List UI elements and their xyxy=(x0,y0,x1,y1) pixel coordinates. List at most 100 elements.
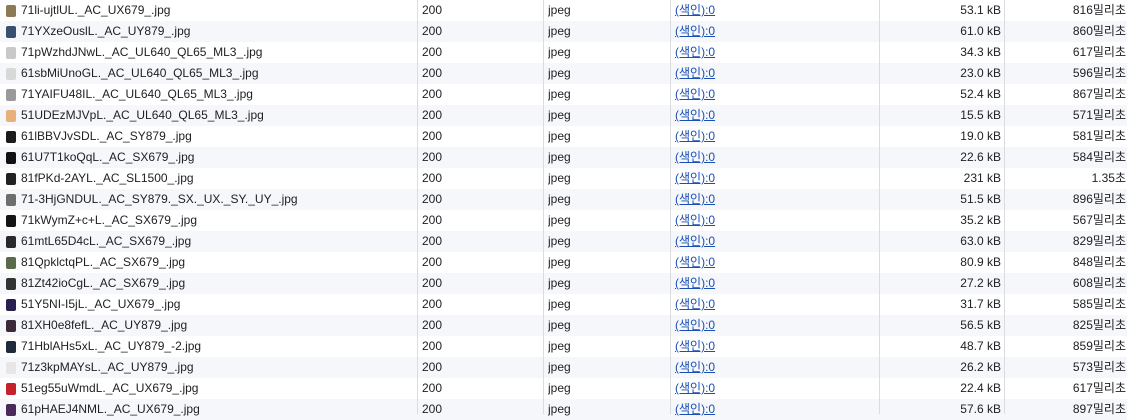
initiator-link[interactable]: (색인):0 xyxy=(675,192,715,206)
name-cell[interactable]: 71HblAHs5xL._AC_UY879_-2.jpg xyxy=(0,336,414,357)
table-row[interactable]: 71YAIFU48IL._AC_UL640_QL65_ML3_.jpg 200 jp… xyxy=(0,84,1127,105)
table-row[interactable]: 81fPKd-2AYL._AC_SL1500_.jpg 200 jpeg (색인):0… xyxy=(0,168,1127,189)
name-cell[interactable]: 71pWzhdJNwL._AC_UL640_QL65_ML3_.jpg xyxy=(0,42,414,63)
status-cell: 200 xyxy=(422,66,443,80)
name-cell[interactable]: 71YAIFU48IL._AC_UL640_QL65_ML3_.jpg xyxy=(0,84,414,105)
type-cell: jpeg xyxy=(548,297,571,311)
file-name: 61U7T1koQqL._AC_SX679_.jpg xyxy=(21,150,195,164)
initiator-cell: (색인):0 xyxy=(675,273,875,294)
time-cell: 581밀리초 xyxy=(1072,129,1126,143)
name-cell[interactable]: 71li-ujtlUL._AC_UX679_.jpg xyxy=(0,0,414,21)
image-thumbnail-icon xyxy=(6,25,16,38)
name-cell[interactable]: 81Zt42ioCgL._AC_SX679_.jpg xyxy=(0,273,414,294)
image-thumbnail-icon xyxy=(6,193,16,206)
name-cell[interactable]: 71-3HjGNDUL._AC_SY879._SX._UX._SY._UY_.j… xyxy=(0,189,414,210)
status-cell: 200 xyxy=(422,255,443,269)
status-cell: 200 xyxy=(422,45,443,59)
table-row[interactable]: 71li-ujtlUL._AC_UX679_.jpg 200 jpeg (색인):0 5… xyxy=(0,0,1127,21)
size-cell: 48.7 kB xyxy=(960,339,1001,353)
time-cell: 584밀리초 xyxy=(1072,150,1126,164)
table-row[interactable]: 81QpklctqPL._AC_SX679_.jpg 200 jpeg (색인):0 8… xyxy=(0,252,1127,273)
column-divider xyxy=(543,0,544,414)
image-thumbnail-icon xyxy=(6,67,16,80)
name-cell[interactable]: 51Y5NI-I5jL._AC_UX679_.jpg xyxy=(0,294,414,315)
table-row[interactable]: 61pHAEJ4NML._AC_UX679_.jpg 200 jpeg (색인):0 5… xyxy=(0,399,1127,420)
initiator-cell: (색인):0 xyxy=(675,231,875,252)
status-cell: 200 xyxy=(422,318,443,332)
status-cell: 200 xyxy=(422,192,443,206)
column-divider xyxy=(417,0,418,414)
name-cell[interactable]: 61U7T1koQqL._AC_SX679_.jpg xyxy=(0,147,414,168)
file-name: 81Zt42ioCgL._AC_SX679_.jpg xyxy=(21,276,186,290)
name-cell[interactable]: 71z3kpMAYsL._AC_UY879_.jpg xyxy=(0,357,414,378)
initiator-link[interactable]: (색인):0 xyxy=(675,255,715,269)
initiator-link[interactable]: (색인):0 xyxy=(675,360,715,374)
table-row[interactable]: 61sbMiUnoGL._AC_UL640_QL65_ML3_.jpg 200 jp… xyxy=(0,63,1127,84)
name-cell[interactable]: 61sbMiUnoGL._AC_UL640_QL65_ML3_.jpg xyxy=(0,63,414,84)
initiator-link[interactable]: (색인):0 xyxy=(675,108,715,122)
initiator-link[interactable]: (색인):0 xyxy=(675,276,715,290)
table-row[interactable]: 61mtL65D4cL._AC_SX679_.jpg 200 jpeg (색인):0 6… xyxy=(0,231,1127,252)
name-cell[interactable]: 51UDEzMJVpL._AC_UL640_QL65_ML3_.jpg xyxy=(0,105,414,126)
type-cell: jpeg xyxy=(548,276,571,290)
initiator-link[interactable]: (색인):0 xyxy=(675,213,715,227)
file-name: 71-3HjGNDUL._AC_SY879._SX._UX._SY._UY_.j… xyxy=(21,192,298,206)
name-cell[interactable]: 61pHAEJ4NML._AC_UX679_.jpg xyxy=(0,399,414,420)
name-cell[interactable]: 71YXzeOuslL._AC_UY879_.jpg xyxy=(0,21,414,42)
size-cell: 57.6 kB xyxy=(960,402,1001,416)
time-cell: 585밀리초 xyxy=(1072,297,1126,311)
size-cell: 52.4 kB xyxy=(960,87,1001,101)
initiator-link[interactable]: (색인):0 xyxy=(675,45,715,59)
size-cell: 22.4 kB xyxy=(960,381,1001,395)
initiator-link[interactable]: (색인):0 xyxy=(675,150,715,164)
initiator-link[interactable]: (색인):0 xyxy=(675,87,715,101)
image-thumbnail-icon xyxy=(6,214,16,227)
table-row[interactable]: 71HblAHs5xL._AC_UY879_-2.jpg 200 jpeg (색인):… xyxy=(0,336,1127,357)
table-row[interactable]: 51UDEzMJVpL._AC_UL640_QL65_ML3_.jpg 200 jp… xyxy=(0,105,1127,126)
initiator-link[interactable]: (색인):0 xyxy=(675,66,715,80)
size-cell: 26.2 kB xyxy=(960,360,1001,374)
initiator-link[interactable]: (색인):0 xyxy=(675,297,715,311)
file-name: 51Y5NI-I5jL._AC_UX679_.jpg xyxy=(21,297,181,311)
type-cell: jpeg xyxy=(548,402,571,416)
name-cell[interactable]: 81XH0e8fefL._AC_UY879_.jpg xyxy=(0,315,414,336)
initiator-link[interactable]: (색인):0 xyxy=(675,24,715,38)
time-cell: 567밀리초 xyxy=(1072,213,1126,227)
time-cell: 896밀리초 xyxy=(1072,192,1126,206)
initiator-link[interactable]: (색인):0 xyxy=(675,171,715,185)
table-row[interactable]: 61U7T1koQqL._AC_SX679_.jpg 200 jpeg (색인):0 2… xyxy=(0,147,1127,168)
initiator-link[interactable]: (색인):0 xyxy=(675,3,715,17)
name-cell[interactable]: 51eg55uWmdL._AC_UX679_.jpg xyxy=(0,378,414,399)
status-cell: 200 xyxy=(422,129,443,143)
size-cell: 31.7 kB xyxy=(960,297,1001,311)
initiator-cell: (색인):0 xyxy=(675,84,875,105)
time-cell: 829밀리초 xyxy=(1072,234,1126,248)
table-row[interactable]: 81Zt42ioCgL._AC_SX679_.jpg 200 jpeg (색인):0 2… xyxy=(0,273,1127,294)
table-row[interactable]: 71YXzeOuslL._AC_UY879_.jpg 200 jpeg (색인):0 6… xyxy=(0,21,1127,42)
file-name: 71z3kpMAYsL._AC_UY879_.jpg xyxy=(21,360,194,374)
name-cell[interactable]: 81QpklctqPL._AC_SX679_.jpg xyxy=(0,252,414,273)
name-cell[interactable]: 61lBBVJvSDL._AC_SY879_.jpg xyxy=(0,126,414,147)
table-row[interactable]: 71kWymZ+c+L._AC_SX679_.jpg 200 jpeg (색인):0 3… xyxy=(0,210,1127,231)
initiator-link[interactable]: (색인):0 xyxy=(675,234,715,248)
name-cell[interactable]: 71kWymZ+c+L._AC_SX679_.jpg xyxy=(0,210,414,231)
status-cell: 200 xyxy=(422,108,443,122)
initiator-link[interactable]: (색인):0 xyxy=(675,381,715,395)
name-cell[interactable]: 61mtL65D4cL._AC_SX679_.jpg xyxy=(0,231,414,252)
table-row[interactable]: 51eg55uWmdL._AC_UX679_.jpg 200 jpeg (색인):0 2… xyxy=(0,378,1127,399)
name-cell[interactable]: 81fPKd-2AYL._AC_SL1500_.jpg xyxy=(0,168,414,189)
table-row[interactable]: 81XH0e8fefL._AC_UY879_.jpg 200 jpeg (색인):0 5… xyxy=(0,315,1127,336)
initiator-link[interactable]: (색인):0 xyxy=(675,129,715,143)
table-row[interactable]: 71-3HjGNDUL._AC_SY879._SX._UX._SY._UY_.j… xyxy=(0,189,1127,210)
table-row[interactable]: 51Y5NI-I5jL._AC_UX679_.jpg 200 jpeg (색인):0 3… xyxy=(0,294,1127,315)
time-cell: 867밀리초 xyxy=(1072,87,1126,101)
initiator-link[interactable]: (색인):0 xyxy=(675,339,715,353)
initiator-cell: (색인):0 xyxy=(675,168,875,189)
table-row[interactable]: 71pWzhdJNwL._AC_UL640_QL65_ML3_.jpg 200 jp… xyxy=(0,42,1127,63)
time-cell: 897밀리초 xyxy=(1072,402,1126,416)
status-cell: 200 xyxy=(422,3,443,17)
table-row[interactable]: 71z3kpMAYsL._AC_UY879_.jpg 200 jpeg (색인):0 2… xyxy=(0,357,1127,378)
type-cell: jpeg xyxy=(548,3,571,17)
initiator-link[interactable]: (색인):0 xyxy=(675,318,715,332)
table-row[interactable]: 61lBBVJvSDL._AC_SY879_.jpg 200 jpeg (색인):0 1… xyxy=(0,126,1127,147)
